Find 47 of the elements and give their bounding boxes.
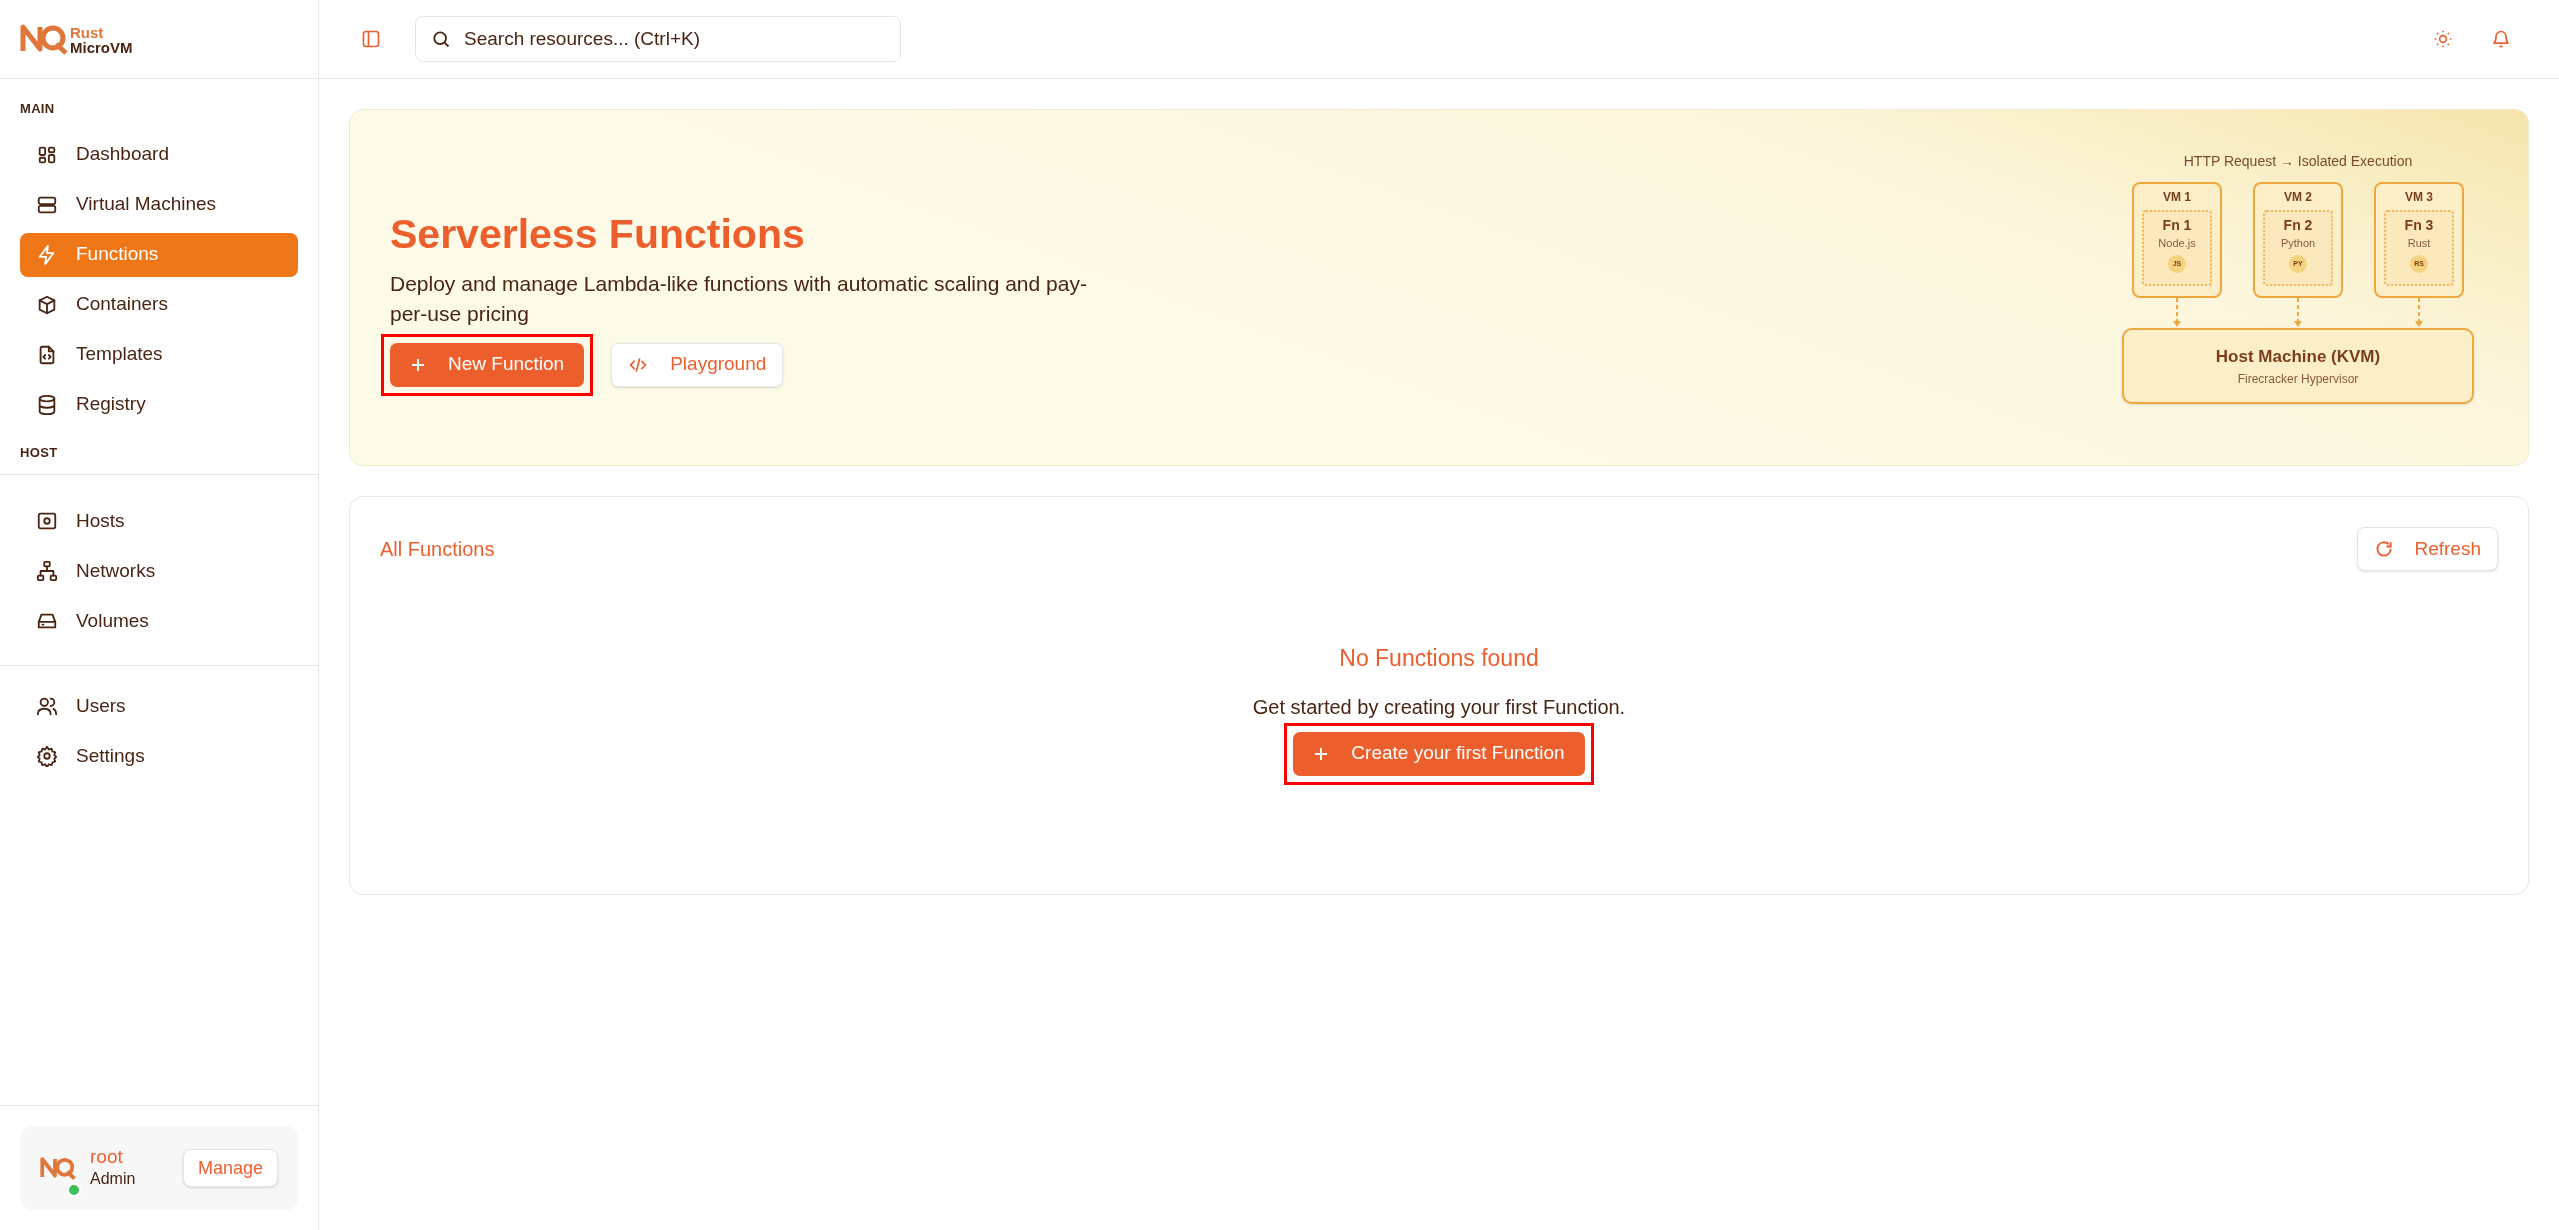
sun-icon[interactable] [2433, 29, 2453, 49]
users-icon [36, 695, 58, 717]
runtime-label: Node.js [2158, 236, 2196, 251]
section-label: MAIN [19, 100, 56, 118]
brand-name: MicroVM [70, 40, 133, 55]
nav-item[interactable]: Users [20, 684, 298, 728]
nav-item[interactable]: Registry [20, 382, 298, 427]
empty-state-message: Get started by creating your first Function. [1252, 694, 1626, 720]
refresh-icon [2374, 539, 2395, 559]
nav-item[interactable]: Dashboard [20, 132, 298, 177]
nav-item[interactable]: Containers [20, 282, 298, 327]
nav-item[interactable]: Volumes [20, 599, 298, 643]
card-title: All Functions [380, 537, 495, 562]
host-icon [36, 510, 58, 532]
brand-name: Rust [70, 25, 105, 40]
network-icon [36, 560, 58, 582]
vm-label: VM 1 [2163, 189, 2191, 206]
sidebar-toggle-icon[interactable] [361, 29, 381, 49]
nav-item[interactable]: Hosts [20, 499, 298, 543]
page-title: Serverless Functions [390, 209, 806, 259]
function-label: Fn 2 [2283, 216, 2313, 234]
function-label: Fn 1 [2162, 216, 2192, 234]
diagram-caption: HTTP Request → Isolated Execution [2183, 152, 2413, 171]
function-label: Fn 3 [2404, 216, 2434, 234]
page-description: Deploy and manage Lambda-like functions with automatic scaling and pay-per-use pricing [390, 270, 1088, 327]
vm-label: VM 2 [2284, 189, 2312, 206]
search-icon [431, 29, 451, 49]
nav-item[interactable]: Networks [20, 549, 298, 593]
box-icon [36, 293, 58, 316]
empty-state-title: No Functions found [1339, 644, 1539, 673]
search-field[interactable]: Search resources... (Ctrl+K) [415, 16, 901, 62]
nav-item[interactable]: Virtual Machines [20, 182, 298, 227]
database-icon [36, 393, 58, 416]
section-label: HOST [0, 442, 318, 475]
host-title: Host Machine (KVM) [2215, 346, 2381, 369]
plus-icon [410, 356, 426, 373]
runtime-label: Rust [2407, 236, 2431, 251]
nav-item[interactable]: Settings [20, 734, 298, 778]
settings-icon [36, 745, 58, 767]
host-subtitle: Firecracker Hypervisor [2237, 370, 2359, 388]
plus-icon [1313, 745, 1330, 762]
vm-label: VM 3 [2405, 189, 2433, 206]
bell-icon[interactable] [2491, 29, 2511, 49]
user-name: root [90, 1146, 124, 1168]
nav-item[interactable]: Templates [20, 332, 298, 377]
runtime-label: Python [2280, 236, 2316, 251]
user-role: Admin [90, 1169, 136, 1189]
